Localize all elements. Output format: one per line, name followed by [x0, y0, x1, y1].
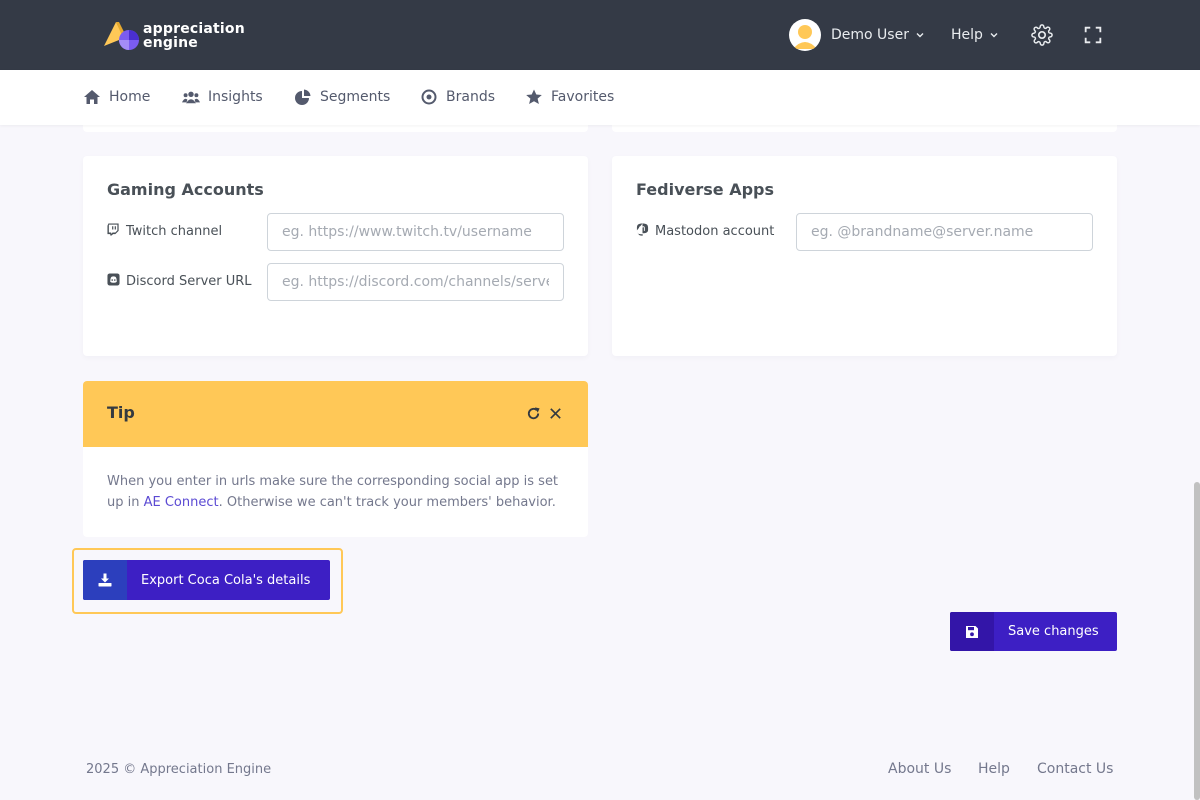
- discord-label-text: Discord Server URL: [126, 274, 252, 289]
- discord-server-input[interactable]: [267, 263, 564, 301]
- nav-item-brands[interactable]: Brands: [420, 87, 495, 107]
- ae-connect-link[interactable]: AE Connect: [144, 495, 219, 510]
- export-label: Export Coca Cola's details: [141, 572, 311, 588]
- help-label: Help: [951, 27, 983, 43]
- footer-link-about[interactable]: About Us: [888, 761, 951, 777]
- mastodon-account-input[interactable]: [796, 213, 1093, 251]
- twitch-icon: [107, 223, 119, 236]
- nav-item-favorites[interactable]: Favorites: [525, 87, 614, 107]
- twitch-channel-input[interactable]: [267, 213, 564, 251]
- fullscreen-icon[interactable]: [1082, 24, 1104, 46]
- nav-label: Brands: [446, 89, 495, 105]
- save-changes-button[interactable]: Save changes: [950, 612, 1117, 651]
- help-menu[interactable]: Help: [951, 24, 999, 46]
- nav-item-home[interactable]: Home: [83, 87, 150, 107]
- app-logo[interactable]: appreciation engine: [102, 18, 252, 54]
- discord-icon: [107, 273, 120, 286]
- save-icon-box: [950, 612, 994, 651]
- gaming-accounts-card: Gaming Accounts Twitch channel Discord S…: [83, 156, 588, 356]
- gear-icon[interactable]: [1031, 24, 1053, 46]
- logo-mark-icon: [102, 18, 142, 54]
- close-icon[interactable]: [548, 406, 563, 421]
- mastodon-label-text: Mastodon account: [655, 224, 775, 239]
- mastodon-icon: [636, 223, 649, 236]
- nav-label: Segments: [320, 89, 391, 105]
- main-nav: Home Insights Segments Brands Favorites: [0, 70, 1200, 125]
- tip-text-after: . Otherwise we can't track your members'…: [218, 495, 556, 510]
- footer-link-help[interactable]: Help: [978, 761, 1010, 777]
- chevron-down-icon: [990, 33, 998, 38]
- discord-label: Discord Server URL: [107, 271, 257, 292]
- nav-item-segments[interactable]: Segments: [294, 87, 390, 107]
- export-details-button[interactable]: Export Coca Cola's details: [83, 560, 330, 600]
- mastodon-label: Mastodon account: [636, 221, 776, 242]
- pie-chart-icon: [295, 89, 311, 105]
- footer-link-contact[interactable]: Contact Us: [1037, 761, 1113, 777]
- tip-title: Tip: [107, 403, 135, 422]
- save-icon: [966, 625, 978, 638]
- footer-copyright: 2025 © Appreciation Engine: [86, 762, 272, 777]
- download-icon: [98, 573, 112, 587]
- card-bottom-edge: [83, 125, 588, 132]
- top-bar: appreciation engine Demo User Help: [0, 0, 1200, 70]
- logo-line-2: engine: [143, 35, 198, 51]
- tip-header: Tip: [83, 381, 588, 447]
- star-icon: [526, 89, 542, 104]
- nav-label: Insights: [208, 89, 263, 105]
- fediverse-apps-card: Fediverse Apps Mastodon account: [612, 156, 1117, 356]
- scrollbar-thumb[interactable]: [1194, 482, 1200, 800]
- save-label: Save changes: [1008, 624, 1099, 639]
- twitch-label-text: Twitch channel: [126, 224, 223, 239]
- user-avatar: [789, 19, 821, 51]
- tip-card: Tip When you enter in urls make sure the…: [83, 381, 588, 537]
- target-icon: [421, 89, 437, 105]
- chevron-down-icon: [916, 33, 924, 38]
- card-bottom-edge: [612, 125, 1117, 132]
- card-title: Fediverse Apps: [636, 180, 774, 199]
- tip-text: When you enter in urls make sure the cor…: [107, 471, 567, 513]
- home-icon: [84, 90, 100, 104]
- user-name: Demo User: [831, 27, 909, 43]
- twitch-label: Twitch channel: [107, 221, 257, 242]
- nav-label: Favorites: [551, 89, 615, 105]
- users-icon: [182, 91, 200, 104]
- user-menu[interactable]: Demo User: [789, 19, 925, 51]
- download-icon-box: [83, 560, 127, 600]
- refresh-icon[interactable]: [526, 406, 541, 421]
- logo-line-1: appreciation: [143, 21, 245, 37]
- nav-item-insights[interactable]: Insights: [182, 87, 263, 107]
- nav-label: Home: [109, 89, 151, 105]
- card-title: Gaming Accounts: [107, 180, 264, 199]
- logo-text: appreciation engine: [143, 22, 245, 50]
